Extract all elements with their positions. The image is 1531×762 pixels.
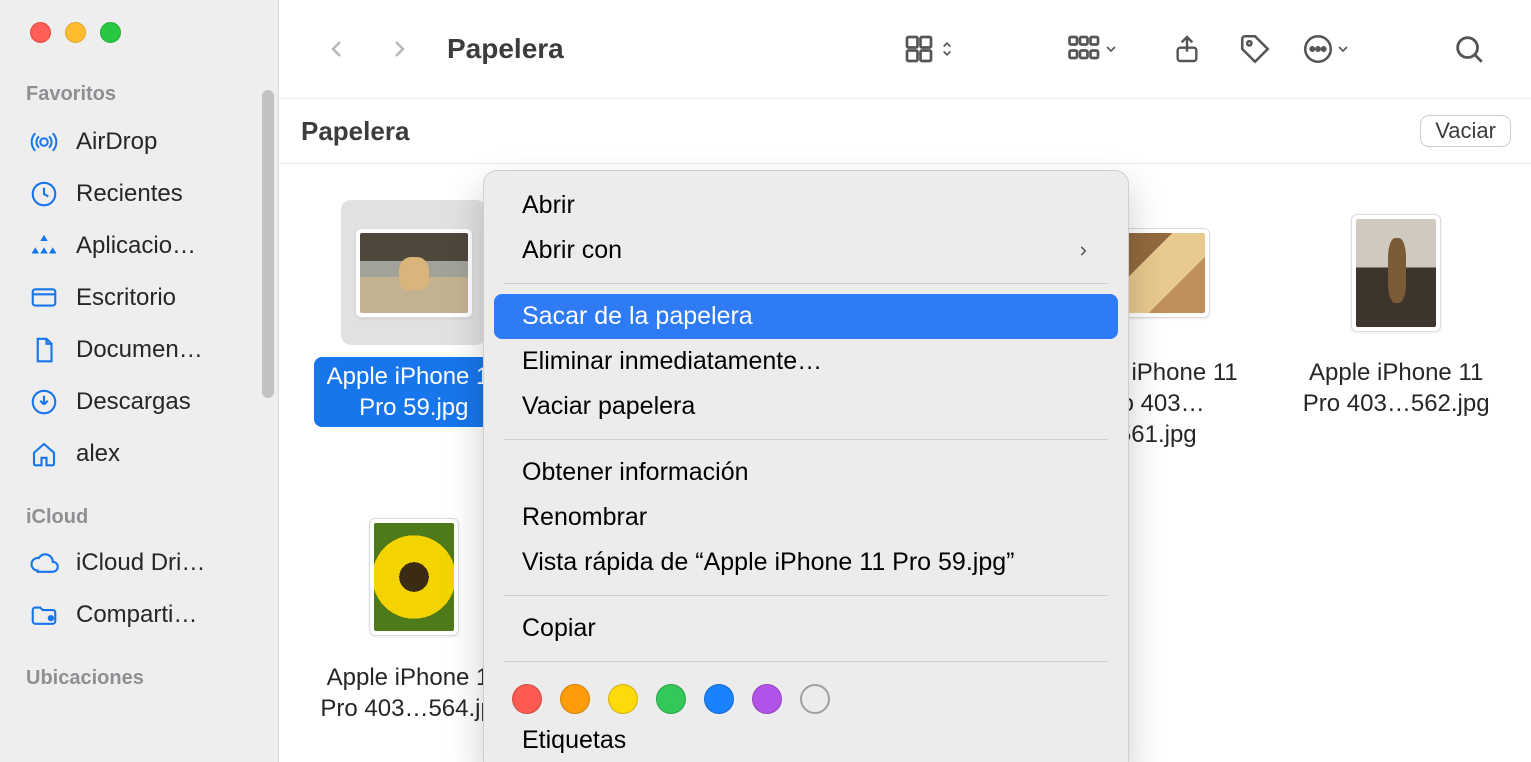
- shared-folder-icon: [28, 599, 60, 631]
- ctx-copy[interactable]: Copiar: [494, 606, 1118, 651]
- tag-red[interactable]: [512, 684, 542, 714]
- tag-purple[interactable]: [752, 684, 782, 714]
- file-item[interactable]: Apple iPhone 11 Pro 403…562.jpg: [1293, 200, 1499, 451]
- main-area: Papelera: [279, 0, 1531, 762]
- ctx-get-info[interactable]: Obtener información: [494, 450, 1118, 495]
- context-menu: Abrir Abrir con Sacar de la papelera Eli…: [483, 170, 1129, 762]
- ctx-rename[interactable]: Renombrar: [494, 495, 1118, 540]
- stepper-icon: [937, 31, 957, 67]
- sidebar-item-label: Recientes: [76, 180, 256, 208]
- thumbnail-icon: [1351, 214, 1441, 332]
- location-title: Papelera: [301, 116, 409, 147]
- thumbnail-icon: [355, 228, 473, 318]
- sidebar-item-airdrop[interactable]: AirDrop: [0, 116, 278, 168]
- tag-none[interactable]: [800, 684, 830, 714]
- tag-blue[interactable]: [704, 684, 734, 714]
- sidebar-item-label: Documen…: [76, 336, 256, 364]
- menu-separator: [504, 661, 1108, 662]
- sidebar-item-label: AirDrop: [76, 128, 256, 156]
- group-by-button[interactable]: [1063, 31, 1119, 67]
- home-icon: [28, 438, 60, 470]
- sidebar-item-documents[interactable]: Documen…: [0, 324, 278, 376]
- search-button[interactable]: [1447, 27, 1491, 71]
- sidebar-item-icloud-drive[interactable]: iCloud Dri…: [0, 537, 278, 589]
- ctx-open[interactable]: Abrir: [494, 183, 1118, 228]
- sidebar-item-downloads[interactable]: Descargas: [0, 376, 278, 428]
- share-button[interactable]: [1165, 27, 1209, 71]
- ctx-open-with[interactable]: Abrir con: [494, 228, 1118, 273]
- download-icon: [28, 386, 60, 418]
- toolbar: Papelera: [279, 0, 1531, 98]
- close-window-button[interactable]: [30, 22, 51, 43]
- sidebar-section-locations: Ubicaciones: [0, 667, 278, 698]
- share-icon: [1171, 32, 1203, 66]
- tag-button[interactable]: [1233, 27, 1277, 71]
- file-name: Apple iPhone 11 Pro 403…562.jpg: [1296, 357, 1496, 419]
- sidebar-item-label: iCloud Dri…: [76, 549, 256, 577]
- sidebar-section-icloud: iCloud: [0, 506, 278, 537]
- sidebar-section-favorites: Favoritos: [0, 83, 278, 116]
- thumbnail-icon: [369, 518, 459, 636]
- ctx-tags-label[interactable]: Etiquetas: [494, 718, 1118, 762]
- desktop-icon: [28, 282, 60, 314]
- ellipsis-circle-icon: [1301, 32, 1335, 66]
- ctx-quicklook[interactable]: Vista rápida de “Apple iPhone 11 Pro 59.…: [494, 540, 1118, 585]
- window-title: Papelera: [447, 33, 564, 65]
- airdrop-icon: [28, 126, 60, 158]
- window-controls: [0, 22, 278, 43]
- location-bar: Papelera Vaciar: [279, 98, 1531, 164]
- more-actions-button[interactable]: [1301, 32, 1351, 66]
- chevron-right-icon: [1076, 241, 1090, 261]
- grid-view-icon: [901, 31, 937, 67]
- empty-trash-button[interactable]: Vaciar: [1420, 115, 1511, 147]
- sidebar-scrollbar[interactable]: [262, 90, 274, 398]
- view-as-button[interactable]: [901, 31, 957, 67]
- ctx-delete-immediately[interactable]: Eliminar inmediatamente…: [494, 339, 1118, 384]
- menu-separator: [504, 439, 1108, 440]
- sidebar-item-label: alex: [76, 440, 256, 468]
- forward-button[interactable]: [377, 27, 421, 71]
- minimize-window-button[interactable]: [65, 22, 86, 43]
- sidebar: Favoritos AirDrop Recientes Aplicacio… E…: [0, 0, 279, 762]
- tag-orange[interactable]: [560, 684, 590, 714]
- maximize-window-button[interactable]: [100, 22, 121, 43]
- ctx-put-back[interactable]: Sacar de la papelera: [494, 294, 1118, 339]
- sidebar-item-applications[interactable]: Aplicacio…: [0, 220, 278, 272]
- sidebar-item-desktop[interactable]: Escritorio: [0, 272, 278, 324]
- file-grid-area: Apple iPhone 11 Pro 59.jpg Apple iPhone …: [279, 164, 1531, 762]
- tag-icon: [1238, 32, 1272, 66]
- back-button[interactable]: [315, 27, 359, 71]
- sidebar-item-home[interactable]: alex: [0, 428, 278, 480]
- sidebar-item-label: Comparti…: [76, 601, 256, 629]
- sidebar-item-label: Aplicacio…: [76, 232, 256, 260]
- sidebar-item-shared[interactable]: Comparti…: [0, 589, 278, 641]
- search-icon: [1452, 32, 1486, 66]
- clock-icon: [28, 178, 60, 210]
- apps-icon: [28, 230, 60, 262]
- menu-separator: [504, 283, 1108, 284]
- tag-green[interactable]: [656, 684, 686, 714]
- document-icon: [28, 334, 60, 366]
- sidebar-item-label: Escritorio: [76, 284, 256, 312]
- sidebar-item-recents[interactable]: Recientes: [0, 168, 278, 220]
- menu-separator: [504, 595, 1108, 596]
- sidebar-item-label: Descargas: [76, 388, 256, 416]
- tag-yellow[interactable]: [608, 684, 638, 714]
- group-icon: [1063, 31, 1103, 67]
- cloud-icon: [28, 547, 60, 579]
- chevron-down-icon: [1335, 41, 1351, 57]
- chevron-down-icon: [1103, 41, 1119, 57]
- ctx-empty-trash[interactable]: Vaciar papelera: [494, 384, 1118, 429]
- ctx-tag-colors: [484, 672, 1128, 718]
